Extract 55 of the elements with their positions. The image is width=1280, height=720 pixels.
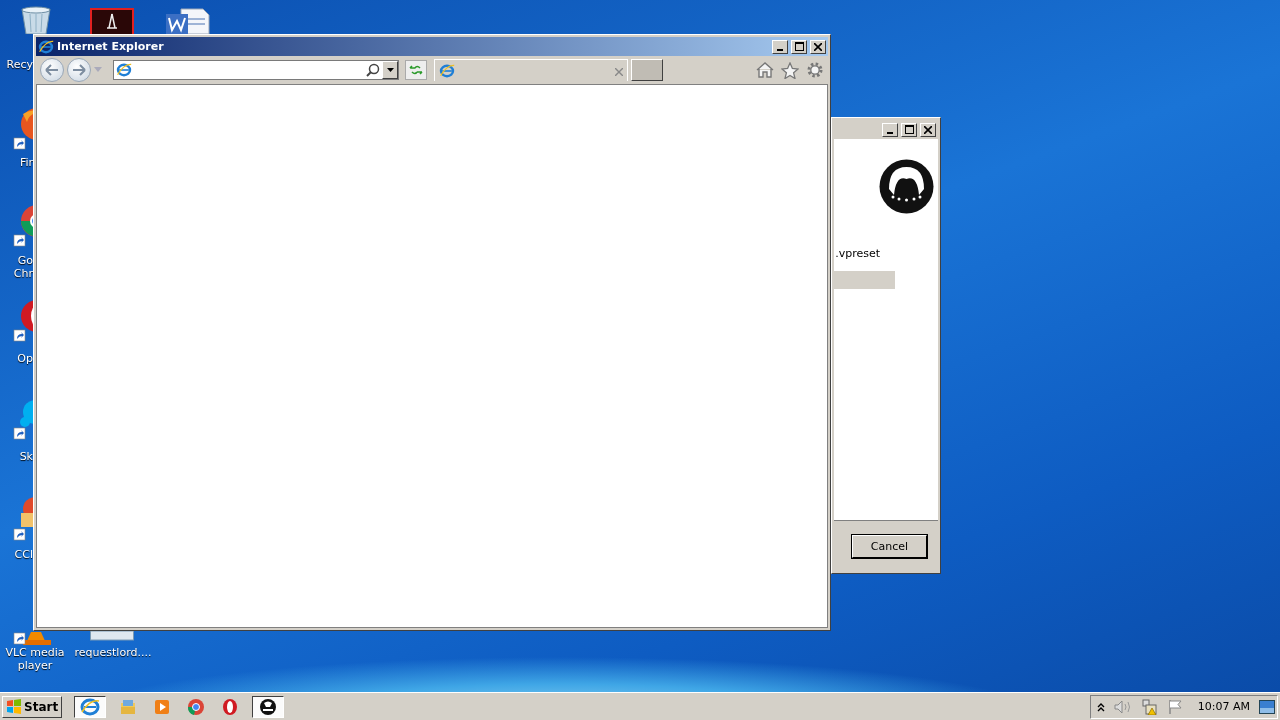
- taskbar-app-button[interactable]: [252, 695, 285, 718]
- forward-button[interactable]: [67, 58, 91, 82]
- close-button[interactable]: [810, 39, 826, 54]
- icon-label: CCl: [13, 548, 33, 561]
- window-title: Internet Explorer: [57, 40, 165, 53]
- back-arrow-icon: [45, 64, 59, 76]
- file-name-text: .vpreset: [835, 247, 880, 260]
- maximize-button[interactable]: [791, 39, 807, 54]
- refresh-icon: [409, 64, 423, 76]
- icon-label: Go Chr: [12, 254, 33, 280]
- minimize-button[interactable]: [772, 39, 788, 54]
- icon-label: VLC media player: [4, 646, 66, 672]
- minimize-icon: [887, 131, 893, 134]
- minimize-icon: [777, 48, 783, 51]
- icon-label: Recy: [5, 58, 33, 71]
- forward-arrow-icon: [72, 64, 86, 76]
- dropdown-button[interactable]: [382, 61, 398, 79]
- taskbar-app-button[interactable]: [74, 695, 107, 718]
- ie-icon: [80, 696, 101, 717]
- document-icon[interactable]: [165, 8, 211, 34]
- back-button[interactable]: [40, 58, 64, 82]
- recycle-bin-icon[interactable]: [18, 6, 54, 34]
- windows-logo-icon: [6, 699, 22, 714]
- show-desktop-icon[interactable]: [1259, 699, 1275, 714]
- caret-icon: [386, 68, 394, 72]
- maximize-icon: [794, 42, 804, 51]
- chrome-icon: [186, 696, 207, 717]
- close-icon: [924, 125, 932, 134]
- address-field[interactable]: [113, 60, 399, 80]
- clock-text[interactable]: 10:07 AM: [1197, 700, 1250, 713]
- pdf-document-icon[interactable]: [90, 8, 134, 34]
- new-tab-button[interactable]: [631, 59, 663, 81]
- speaker-icon[interactable]: [1113, 699, 1132, 714]
- icon-label: Fir: [18, 156, 33, 169]
- cancel-button[interactable]: Cancel: [852, 534, 927, 558]
- blank-strip: [834, 271, 895, 289]
- network-warning-icon[interactable]: [1140, 698, 1159, 715]
- maximize-icon: [904, 125, 914, 134]
- close-icon: [814, 42, 822, 51]
- chevron-up-icon[interactable]: [1096, 701, 1105, 712]
- icon-label: Op: [16, 352, 33, 365]
- settings-icon[interactable]: [806, 61, 824, 79]
- app-icon: [258, 696, 279, 717]
- ie-icon: [439, 62, 455, 79]
- home-icon[interactable]: [756, 62, 774, 78]
- logo-icon: [879, 159, 934, 214]
- ie-icon: [38, 38, 54, 55]
- icon-label: Sk: [18, 450, 33, 463]
- ie-icon: [116, 62, 132, 78]
- search-icon[interactable]: [366, 63, 380, 77]
- flag-icon[interactable]: [1167, 698, 1184, 715]
- star-icon[interactable]: [781, 61, 799, 79]
- start-button[interactable]: Start: [2, 695, 63, 718]
- icon-label: requestlord....: [73, 646, 153, 659]
- refresh-button[interactable]: [405, 60, 427, 80]
